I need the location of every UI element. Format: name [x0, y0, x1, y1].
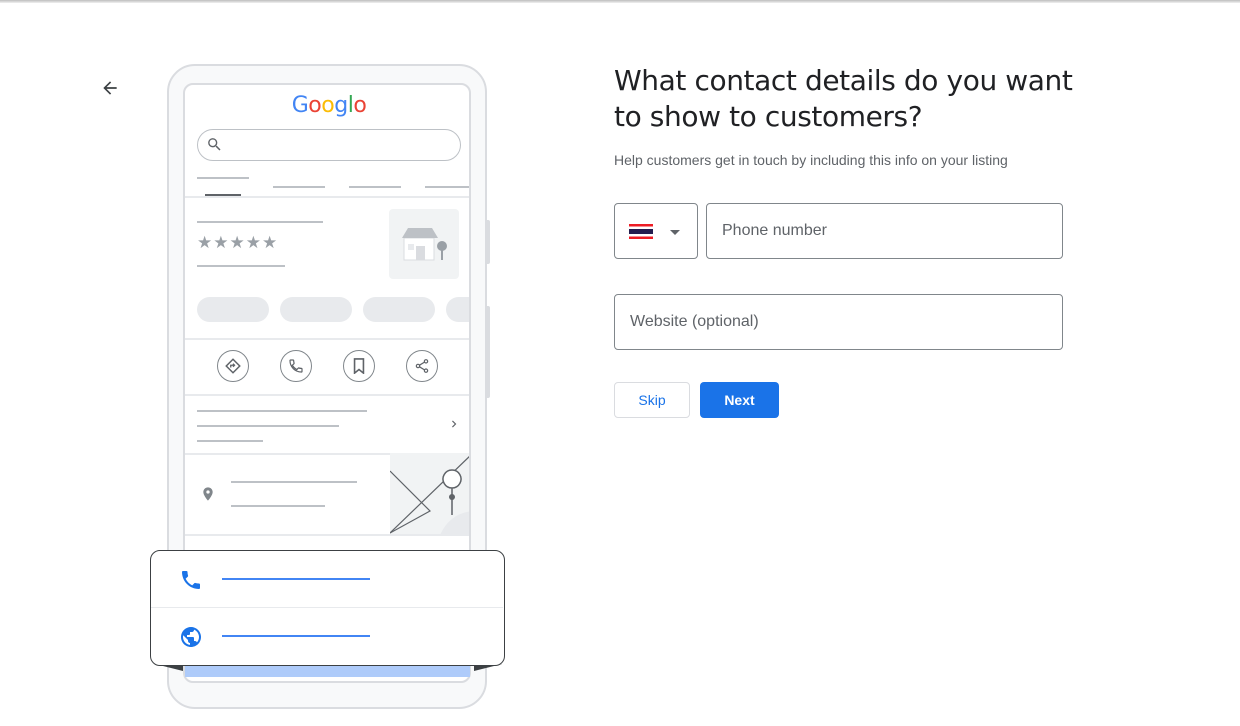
- location-pin-icon: [203, 487, 213, 501]
- highlight-bar: [185, 665, 470, 677]
- back-button[interactable]: [96, 74, 124, 102]
- page-title: What contact details do you want to show…: [614, 64, 1073, 133]
- tab-line: [425, 186, 469, 188]
- map-thumbnail: [390, 453, 469, 535]
- chip-placeholder: [446, 297, 469, 322]
- top-shadow: [0, 0, 1240, 3]
- share-icon: [406, 350, 438, 382]
- thailand-flag-icon: [629, 224, 653, 239]
- skip-button[interactable]: Skip: [614, 382, 690, 418]
- rating-stars: ★★★★★: [197, 233, 279, 252]
- phone-side-button: [485, 220, 490, 264]
- chip-placeholder: [363, 297, 435, 322]
- text-placeholder-line: [197, 221, 323, 223]
- globe-icon: [181, 627, 201, 647]
- website-placeholder-line: [222, 635, 370, 637]
- page-subtitle: Help customers get in touch by including…: [614, 152, 1008, 168]
- phone-side-button: [485, 306, 490, 398]
- text-placeholder-line: [231, 505, 325, 507]
- tab-line: [349, 186, 401, 188]
- popup-phone-row: [151, 551, 503, 607]
- text-placeholder-line: [197, 410, 367, 412]
- phone-number-input[interactable]: [706, 203, 1063, 259]
- country-code-select[interactable]: [614, 203, 698, 259]
- phone-placeholder-line: [222, 578, 370, 580]
- tab-line: [273, 186, 325, 188]
- storefront-icon: [402, 228, 447, 261]
- website-input[interactable]: [614, 294, 1063, 350]
- storefront-thumbnail: [389, 209, 459, 279]
- text-placeholder-line: [197, 440, 263, 442]
- text-placeholder-line: [197, 425, 339, 427]
- chevron-right-icon: [452, 420, 457, 428]
- tab-line: [197, 177, 249, 179]
- search-icon: [208, 138, 221, 151]
- contact-popup-card: [150, 550, 505, 666]
- bookmark-icon: [343, 350, 375, 382]
- text-placeholder-line: [197, 265, 285, 267]
- arrow-left-icon: [103, 81, 117, 95]
- search-bar-illustration: [197, 129, 461, 161]
- directions-icon: [217, 350, 249, 382]
- phone-icon: [182, 571, 200, 589]
- divider: [185, 338, 469, 340]
- divider: [185, 534, 469, 536]
- text-placeholder-line: [231, 481, 357, 483]
- chip-placeholder: [280, 297, 352, 322]
- chip-placeholder: [197, 297, 269, 322]
- phone-icon: [280, 350, 312, 382]
- next-button[interactable]: Next: [700, 382, 779, 418]
- popup-website-row: [151, 608, 503, 664]
- google-logo: Googlo: [291, 93, 367, 118]
- chevron-down-icon: [670, 230, 680, 235]
- divider: [185, 196, 469, 198]
- divider: [185, 394, 469, 396]
